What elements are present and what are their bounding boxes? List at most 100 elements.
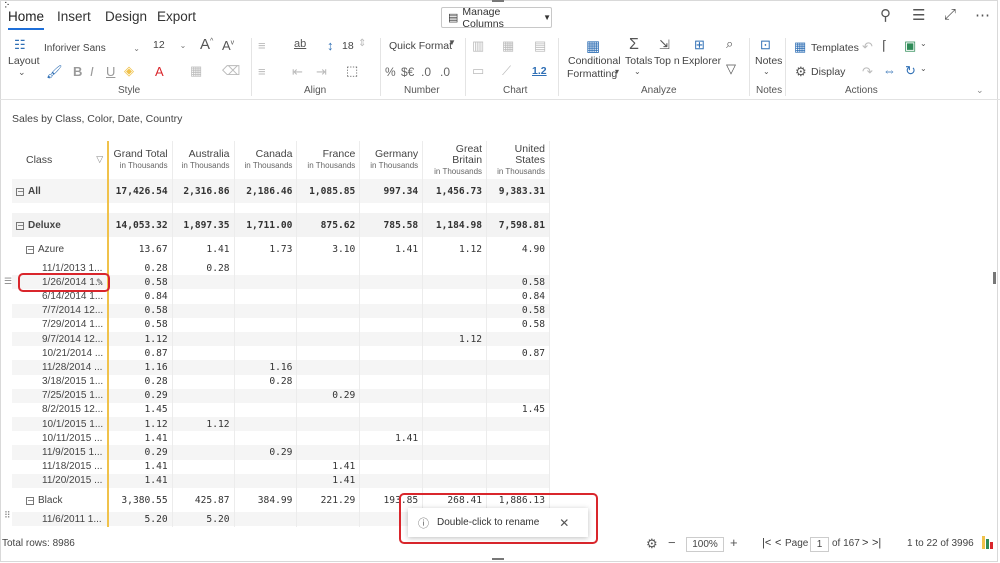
- row-drag-handle-icon[interactable]: ☰: [4, 276, 12, 287]
- resize-handle[interactable]: [492, 558, 504, 560]
- row-label-cell[interactable]: 11/13/2011 ...: [12, 526, 109, 527]
- value-cell[interactable]: 785.58: [359, 213, 424, 237]
- value-cell[interactable]: [296, 261, 361, 276]
- value-cell[interactable]: 9,383.31: [486, 179, 550, 203]
- last-page-icon[interactable]: >|: [872, 537, 881, 549]
- totals-sigma-icon[interactable]: Σ: [629, 36, 639, 54]
- row-label-cell[interactable]: − All: [12, 179, 109, 203]
- collapse-icon[interactable]: −: [26, 245, 34, 254]
- value-cell[interactable]: [234, 417, 298, 432]
- value-cell[interactable]: [172, 317, 235, 332]
- value-cell[interactable]: 1.16: [234, 360, 298, 375]
- topn-label[interactable]: Top n: [654, 55, 680, 67]
- value-cell[interactable]: [359, 445, 424, 460]
- value-cell[interactable]: [296, 317, 361, 332]
- value-cell[interactable]: [359, 289, 424, 304]
- value-cell[interactable]: 0.58: [107, 317, 173, 332]
- currency-button[interactable]: $€: [401, 65, 414, 79]
- variance-chart-icon[interactable]: ▦: [502, 38, 514, 54]
- fit-width-icon[interactable]: ⇔: [883, 63, 896, 78]
- value-cell[interactable]: 425.87: [172, 488, 235, 512]
- format-painter-icon[interactable]: 🖌: [46, 64, 63, 80]
- value-cell[interactable]: [422, 289, 488, 304]
- page-number-input[interactable]: 1: [810, 537, 829, 552]
- value-cell[interactable]: 1,897.35: [172, 213, 235, 237]
- freeze-icon[interactable]: ⌈: [882, 38, 887, 54]
- value-cell[interactable]: [486, 261, 550, 276]
- value-cell[interactable]: [234, 303, 298, 318]
- row-label-cell[interactable]: 11/28/2014 ...: [12, 360, 109, 375]
- value-cell[interactable]: [359, 459, 424, 474]
- value-cell[interactable]: 5.20: [172, 512, 235, 527]
- value-cell[interactable]: 17,426.54: [107, 179, 173, 203]
- value-cell[interactable]: [234, 388, 298, 403]
- row-label-cell[interactable]: 8/2/2015 12...: [12, 402, 109, 418]
- value-cell[interactable]: [234, 512, 298, 527]
- value-cell[interactable]: 3.10: [296, 237, 361, 261]
- value-cell[interactable]: [422, 346, 488, 361]
- row-label-cell[interactable]: − Azure: [12, 237, 109, 261]
- clear-format-icon[interactable]: ⌫: [222, 63, 240, 79]
- value-cell[interactable]: 0.29: [234, 445, 298, 460]
- value-cell[interactable]: [172, 473, 235, 488]
- value-cell[interactable]: [172, 289, 235, 304]
- value-cell[interactable]: 1.12: [422, 331, 488, 347]
- formatting-label[interactable]: Formatting: [567, 68, 617, 80]
- close-icon[interactable]: ✕: [559, 516, 569, 530]
- value-cell[interactable]: [234, 261, 298, 276]
- align-left-icon[interactable]: ≡: [258, 38, 266, 53]
- value-cell[interactable]: 1.41: [296, 473, 361, 488]
- value-cell[interactable]: [422, 402, 488, 418]
- value-cell[interactable]: 1,085.85: [296, 179, 361, 203]
- value-cell[interactable]: [422, 473, 488, 488]
- value-cell[interactable]: 1.41: [107, 473, 173, 488]
- decrease-decimal-button[interactable]: .0: [440, 65, 450, 79]
- value-cell[interactable]: [296, 417, 361, 432]
- padding-icon[interactable]: ⬚: [346, 63, 358, 79]
- value-cell[interactable]: [486, 388, 550, 403]
- outdent-icon[interactable]: ⇤: [292, 64, 303, 80]
- undo-icon[interactable]: ↶: [862, 39, 873, 55]
- value-cell[interactable]: 384.99: [234, 488, 298, 512]
- filter-lines-icon[interactable]: ☰: [912, 6, 925, 24]
- row-label-cell[interactable]: 11/6/2011 1...: [12, 512, 109, 527]
- zoom-out-icon[interactable]: −: [668, 535, 676, 550]
- value-cell[interactable]: 1.41: [107, 431, 173, 446]
- value-cell[interactable]: [234, 346, 298, 361]
- value-cell[interactable]: 0.84: [107, 289, 173, 304]
- value-cell[interactable]: [422, 374, 488, 389]
- value-cell[interactable]: 0.84: [486, 289, 550, 304]
- scale-button[interactable]: 1.2: [532, 65, 547, 77]
- quick-format-select[interactable]: Quick Format: [389, 40, 452, 52]
- value-cell[interactable]: 1.41: [296, 459, 361, 474]
- next-page-icon[interactable]: >: [862, 537, 868, 549]
- column-header[interactable]: Canada in Thousands: [234, 141, 298, 179]
- collapse-icon[interactable]: −: [16, 221, 24, 230]
- row-label-cell[interactable]: 7/25/2015 1...: [12, 388, 109, 403]
- tab-home[interactable]: Home: [8, 9, 45, 30]
- value-cell[interactable]: [296, 331, 361, 347]
- value-cell[interactable]: 13.67: [107, 237, 173, 261]
- value-cell[interactable]: [296, 445, 361, 460]
- value-cell[interactable]: [234, 473, 298, 488]
- font-color-icon[interactable]: A: [155, 64, 164, 79]
- value-cell[interactable]: 1,184.98: [422, 213, 488, 237]
- value-cell[interactable]: [359, 402, 424, 418]
- row-label-cell[interactable]: 3/18/2015 1...: [12, 374, 109, 389]
- wrap-text-icon[interactable]: ab: [294, 38, 306, 50]
- stepper-icon[interactable]: ⇕: [358, 38, 366, 49]
- resize-handle[interactable]: [993, 272, 996, 284]
- value-cell[interactable]: 0.54: [107, 526, 173, 527]
- gear-icon[interactable]: ⚙: [795, 64, 807, 80]
- value-cell[interactable]: 997.34: [359, 179, 424, 203]
- redo-icon[interactable]: ↷: [862, 64, 873, 80]
- align-center-icon[interactable]: ≡: [258, 64, 266, 79]
- value-cell[interactable]: [486, 445, 550, 460]
- value-cell[interactable]: [234, 289, 298, 304]
- value-cell[interactable]: 1.12: [107, 417, 173, 432]
- first-page-icon[interactable]: |<: [762, 537, 771, 549]
- value-cell[interactable]: [359, 317, 424, 332]
- borders-icon[interactable]: ▦: [190, 63, 202, 79]
- value-cell[interactable]: 1.16: [107, 360, 173, 375]
- value-cell[interactable]: 4.90: [486, 237, 550, 261]
